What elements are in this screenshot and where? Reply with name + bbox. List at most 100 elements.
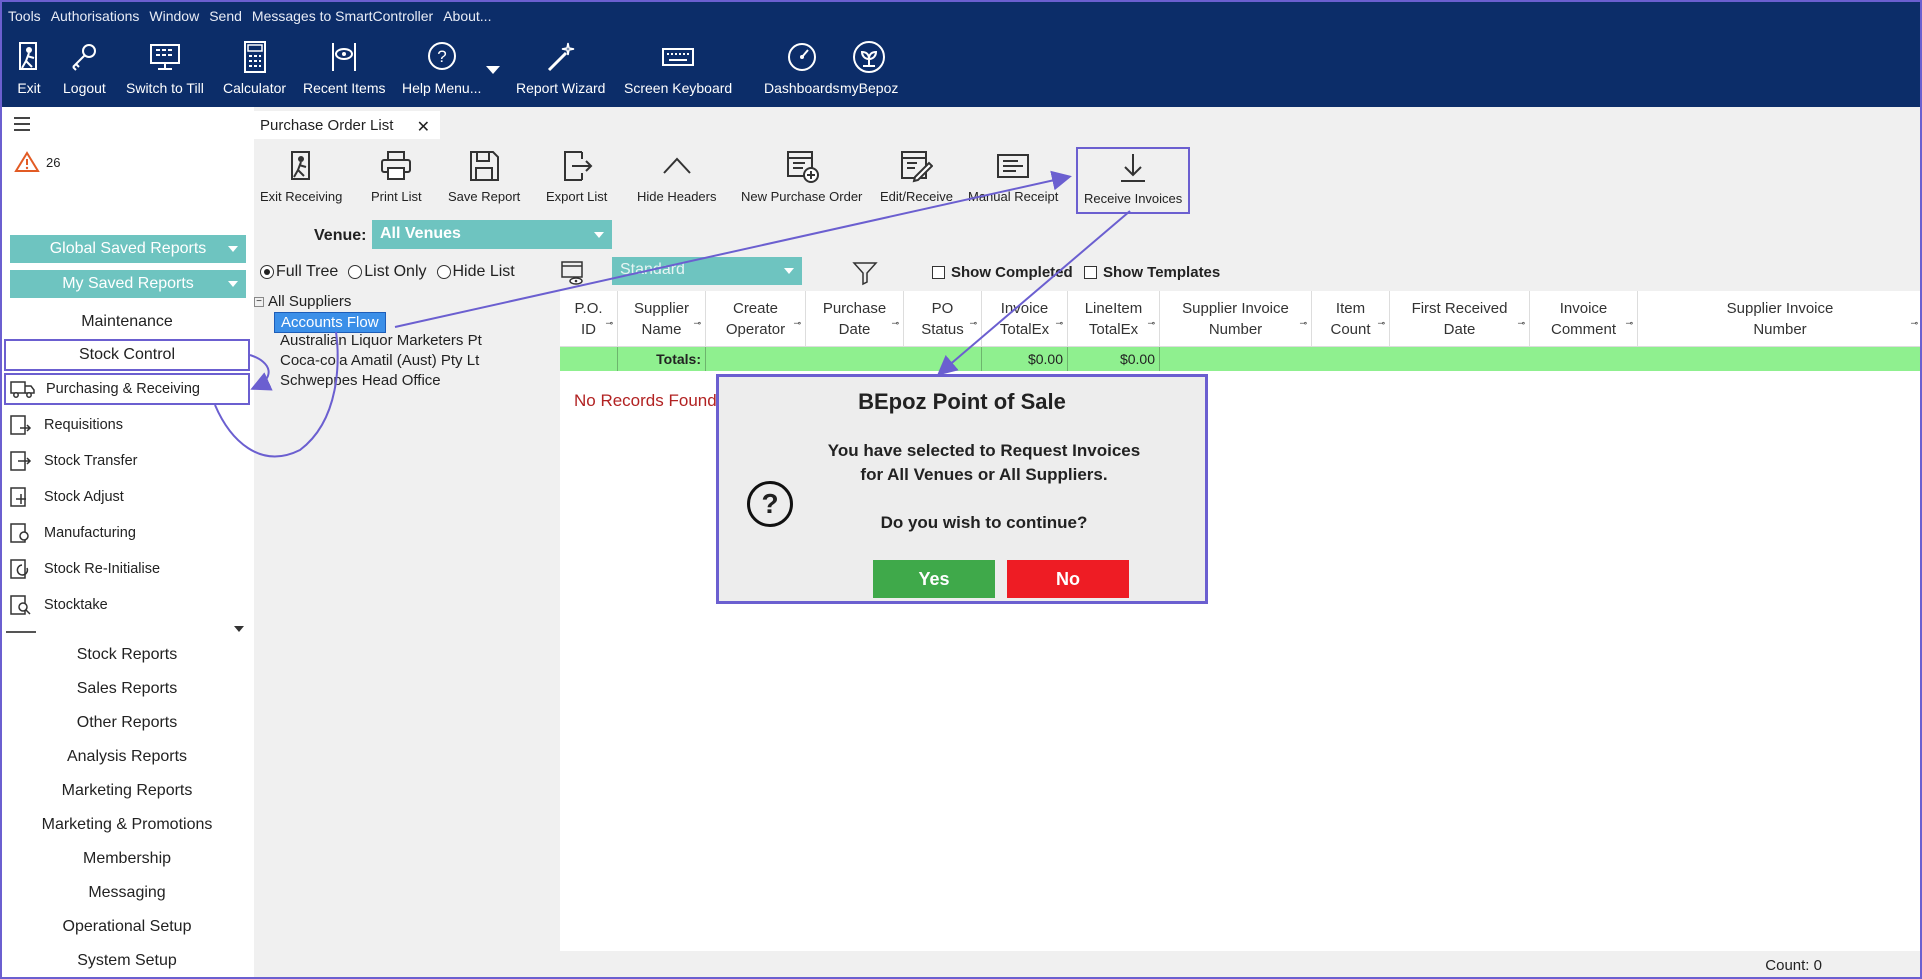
menu-send[interactable]: Send — [209, 8, 242, 24]
global-saved-reports-dropdown[interactable]: Global Saved Reports — [10, 235, 246, 263]
pin-icon[interactable]: ⊸ — [793, 313, 801, 334]
show-templates-checkbox[interactable]: Show Templates — [1084, 264, 1220, 281]
menu-window[interactable]: Window — [149, 8, 199, 24]
show-completed-checkbox[interactable]: Show Completed — [932, 264, 1073, 281]
column-header-supplier-invoice-number-2[interactable]: Supplier Invoice Number ⊸ — [1638, 291, 1922, 347]
tree-item-supplier[interactable]: Schweppes Head Office — [280, 372, 441, 389]
column-header-po-id[interactable]: P.O. ID ⊸ — [560, 291, 618, 347]
hamburger-icon[interactable] — [14, 117, 30, 131]
pin-icon[interactable]: ⊸ — [891, 313, 899, 334]
close-icon[interactable]: ✕ — [417, 117, 430, 137]
dialog-line-1: You have selected to Request Invoices — [827, 441, 1141, 460]
sidebar-section-analysis-reports[interactable]: Analysis Reports — [0, 748, 254, 766]
column-header-supplier-name[interactable]: Supplier Name ⊸ — [618, 291, 706, 347]
menu-messages[interactable]: Messages to SmartController — [252, 8, 433, 24]
sidebar-section-marketing-promotions[interactable]: Marketing & Promotions — [0, 816, 254, 834]
sidebar-section-messaging[interactable]: Messaging — [0, 884, 254, 902]
sidebar-section-sales-reports[interactable]: Sales Reports — [0, 680, 254, 698]
new-order-icon — [786, 151, 819, 183]
sidebar-item-stocktake[interactable]: Stocktake — [8, 594, 108, 616]
checkbox-label: Show Templates — [1103, 264, 1221, 281]
scroll-down-icon[interactable] — [234, 626, 244, 632]
column-header-create-operator[interactable]: Create Operator ⊸ — [706, 291, 806, 347]
pin-icon[interactable]: ⊸ — [1147, 313, 1155, 334]
column-header-invoice-totalex[interactable]: Invoice TotalEx ⊸ — [982, 291, 1068, 347]
column-header-po-status[interactable]: PO Status ⊸ — [904, 291, 982, 347]
exit-receiving-button[interactable]: Exit Receiving — [260, 149, 342, 204]
mybepoz-button[interactable]: myBepoz — [840, 40, 898, 96]
logout-button[interactable]: Logout — [63, 40, 106, 96]
layout-preview-icon[interactable] — [560, 260, 586, 286]
new-purchase-order-button[interactable]: New Purchase Order — [741, 149, 862, 204]
sidebar-item-stock-control[interactable]: Stock Control — [4, 339, 250, 371]
sidebar-item-purchasing-receiving[interactable]: Purchasing & Receiving — [4, 373, 250, 405]
manual-receipt-button[interactable]: Manual Receipt — [968, 149, 1058, 204]
sidebar-item-manufacturing[interactable]: Manufacturing — [8, 522, 136, 544]
print-list-button[interactable]: Print List — [371, 149, 422, 204]
sidebar-section-system-setup[interactable]: System Setup — [0, 952, 254, 970]
pin-icon[interactable]: ⊸ — [969, 313, 977, 334]
sidebar-item-requisitions[interactable]: Requisitions — [8, 414, 123, 436]
column-header-first-received-date[interactable]: First Received Date ⊸ — [1390, 291, 1530, 347]
save-report-button[interactable]: Save Report — [448, 149, 520, 204]
column-header-invoice-comment[interactable]: Invoice Comment ⊸ — [1530, 291, 1638, 347]
column-header-purchase-date[interactable]: Purchase Date ⊸ — [806, 291, 904, 347]
pin-icon[interactable]: ⊸ — [1055, 313, 1063, 334]
receiving-toolbar: Exit Receiving Print List Save Report Ex… — [254, 139, 1922, 214]
pin-icon[interactable]: ⊸ — [1910, 313, 1918, 334]
tree-root-all-suppliers[interactable]: All Suppliers — [268, 293, 351, 310]
screen-keyboard-button[interactable]: Screen Keyboard — [624, 40, 732, 96]
radio-list-only[interactable]: List Only — [348, 263, 427, 281]
pin-icon[interactable]: ⊸ — [1377, 313, 1385, 334]
tree-item-supplier[interactable]: Coca-cola Amatil (Aust) Pty Lt — [280, 352, 479, 369]
column-header-lineitem-totalex[interactable]: LineItem TotalEx ⊸ — [1068, 291, 1160, 347]
my-saved-reports-dropdown[interactable]: My Saved Reports — [10, 270, 246, 298]
alert-indicator[interactable]: 26 — [14, 151, 60, 173]
sidebar-item-stock-reinitialise[interactable]: Stock Re-Initialise — [8, 558, 160, 580]
sidebar-section-membership[interactable]: Membership — [0, 850, 254, 868]
exit-button[interactable]: Exit — [12, 40, 46, 96]
sidebar-item-label: Stock Adjust — [44, 489, 124, 505]
venue-select[interactable]: All Venues — [372, 220, 612, 249]
help-menu-button[interactable]: ? Help Menu... — [402, 40, 481, 96]
column-header-item-count[interactable]: Item Count ⊸ — [1312, 291, 1390, 347]
radio-full-tree[interactable]: Full Tree — [260, 263, 338, 281]
pin-icon[interactable]: ⊸ — [1517, 313, 1525, 334]
pin-icon[interactable]: ⊸ — [605, 313, 613, 334]
pin-icon[interactable]: ⊸ — [1299, 313, 1307, 334]
menu-authorisations[interactable]: Authorisations — [51, 8, 140, 24]
radio-hide-list[interactable]: Hide List — [436, 263, 515, 281]
tab-purchase-order-list[interactable]: Purchase Order List ✕ — [254, 111, 440, 139]
sidebar-section-operational-setup[interactable]: Operational Setup — [0, 918, 254, 936]
pin-icon[interactable]: ⊸ — [693, 313, 701, 334]
column-header-supplier-invoice-number[interactable]: Supplier Invoice Number ⊸ — [1160, 291, 1312, 347]
edit-receive-button[interactable]: Edit/Receive — [880, 149, 953, 204]
layout-select[interactable]: Standard — [612, 257, 802, 285]
pin-icon[interactable]: ⊸ — [1625, 313, 1633, 334]
recent-items-button[interactable]: Recent Items — [303, 40, 385, 96]
sidebar-item-stock-adjust[interactable]: Stock Adjust — [8, 486, 124, 508]
sidebar-item-stock-transfer[interactable]: Stock Transfer — [8, 450, 137, 472]
tree-item-supplier[interactable]: Australian Liquor Marketers Pt — [280, 332, 482, 349]
export-list-button[interactable]: Export List — [546, 149, 607, 204]
sidebar-section-other-reports[interactable]: Other Reports — [0, 714, 254, 732]
sidebar-section-stock-reports[interactable]: Stock Reports — [0, 646, 254, 664]
no-button[interactable]: No — [1007, 560, 1129, 598]
menu-tools[interactable]: Tools — [8, 8, 41, 24]
filter-icon[interactable] — [852, 260, 878, 286]
tree-item-accounts-flow[interactable]: Accounts Flow — [274, 312, 386, 333]
dashboards-button[interactable]: Dashboards — [764, 40, 840, 96]
action-label: Exit Receiving — [260, 189, 343, 204]
menu-about[interactable]: About... — [443, 8, 491, 24]
hide-headers-button[interactable]: Hide Headers — [637, 149, 717, 204]
sidebar-section-marketing-reports[interactable]: Marketing Reports — [0, 782, 254, 800]
sidebar-item-maintenance[interactable]: Maintenance — [0, 313, 254, 331]
report-wizard-button[interactable]: Report Wizard — [516, 40, 605, 96]
receive-invoices-button[interactable]: Receive Invoices — [1076, 147, 1191, 214]
yes-button[interactable]: Yes — [873, 560, 995, 598]
collapse-icon[interactable]: − — [254, 297, 264, 307]
calculator-button[interactable]: Calculator — [223, 40, 286, 96]
help-dropdown-arrow[interactable] — [486, 66, 500, 74]
chevron-down-icon — [228, 246, 238, 252]
switch-to-till-button[interactable]: Switch to Till — [126, 40, 204, 96]
